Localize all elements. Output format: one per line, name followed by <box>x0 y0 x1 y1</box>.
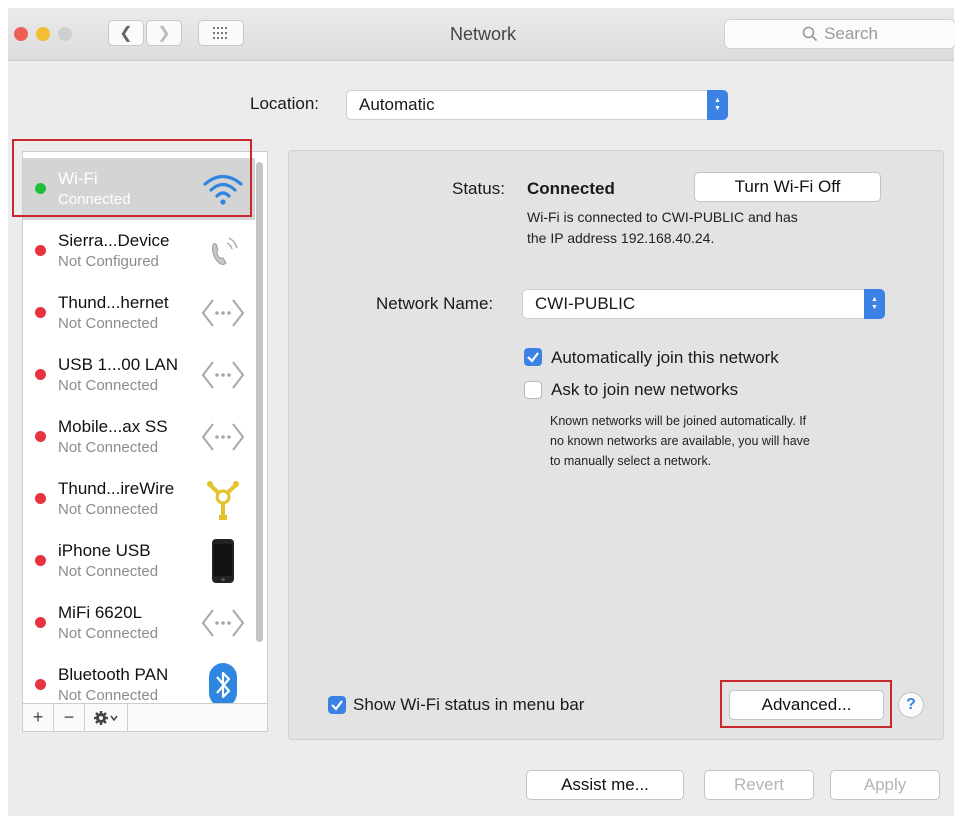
service-status: Not Connected <box>58 625 159 642</box>
list-item-iphone-usb[interactable]: iPhone USB Not Connected <box>23 530 255 592</box>
location-select[interactable]: Automatic ▲ ▼ <box>346 90 728 120</box>
service-name: Thund...ireWire <box>58 479 175 498</box>
status-description-line2: the IP address 192.168.40.24. <box>527 230 715 246</box>
service-status: Not Connected <box>58 687 159 704</box>
network-preferences-window: ❮ ❯ Network Search Location: Automatic ▲… <box>8 8 955 816</box>
auto-join-checkbox[interactable] <box>524 348 542 366</box>
turn-wifi-off-button[interactable]: Turn Wi-Fi Off <box>694 172 881 202</box>
checkmark-icon <box>527 352 539 363</box>
status-dot <box>35 431 46 442</box>
service-status: Not Connected <box>58 315 159 332</box>
ask-join-checkbox[interactable] <box>524 381 542 399</box>
zoom-button[interactable] <box>58 27 72 41</box>
service-name: Wi-Fi <box>58 169 98 188</box>
search-placeholder: Search <box>824 24 878 43</box>
firewire-icon <box>201 478 245 520</box>
service-name: Bluetooth PAN <box>58 665 169 684</box>
status-dot <box>35 307 46 318</box>
revert-button[interactable]: Revert <box>704 770 814 800</box>
show-status-checkbox[interactable] <box>328 696 346 714</box>
service-status: Not Configured <box>58 253 159 270</box>
service-status: Not Connected <box>58 377 159 394</box>
select-stepper-icon: ▲ ▼ <box>864 289 885 319</box>
add-service-button[interactable]: + <box>23 704 54 731</box>
list-item-mobile[interactable]: Mobile...ax SS Not Connected <box>23 406 255 468</box>
back-button[interactable]: ❮ <box>108 20 144 46</box>
list-item-thunderbolt-firewire[interactable]: Thund...ireWire Not Connected <box>23 468 255 530</box>
ethernet-icon <box>201 292 245 334</box>
list-item-thunderbolt-ethernet[interactable]: Thund...hernet Not Connected <box>23 282 255 344</box>
known-networks-line3: to manually select a network. <box>550 454 712 468</box>
iphone-icon <box>201 539 245 583</box>
ethernet-icon <box>201 416 245 458</box>
known-networks-line1: Known networks will be joined automatica… <box>550 414 807 428</box>
status-value: Connected <box>527 179 615 198</box>
status-label: Status: <box>452 179 505 198</box>
close-button[interactable] <box>14 27 28 41</box>
bluetooth-icon <box>201 663 245 703</box>
list-scrollbar[interactable] <box>256 162 263 642</box>
remove-service-button[interactable]: − <box>54 704 85 731</box>
service-status: Not Connected <box>58 563 159 580</box>
location-value: Automatic <box>359 95 435 114</box>
status-dot <box>35 493 46 504</box>
minimize-button[interactable] <box>36 27 50 41</box>
location-label: Location: <box>250 94 319 113</box>
service-name: USB 1...00 LAN <box>58 355 179 374</box>
ask-join-label[interactable]: Ask to join new networks <box>551 380 738 400</box>
status-dot <box>35 679 46 690</box>
network-name-select[interactable]: CWI-PUBLIC ▲ ▼ <box>522 289 885 319</box>
service-name: MiFi 6620L <box>58 603 143 622</box>
service-status: Not Connected <box>58 501 159 518</box>
status-dot <box>35 245 46 256</box>
select-stepper-icon: ▲ ▼ <box>707 90 728 120</box>
checkmark-icon <box>331 700 343 711</box>
status-dot <box>35 555 46 566</box>
show-status-label[interactable]: Show Wi-Fi status in menu bar <box>353 695 584 715</box>
titlebar: ❮ ❯ Network Search <box>8 8 955 61</box>
window-title: Network <box>449 24 516 44</box>
chevron-right-icon: ❯ <box>157 25 171 42</box>
ethernet-icon <box>201 354 245 396</box>
search-field[interactable]: Search <box>724 19 955 49</box>
grid-icon <box>213 27 227 39</box>
service-status: Connected <box>58 191 131 208</box>
gear-icon <box>94 710 118 725</box>
service-name: Thund...hernet <box>58 293 169 312</box>
list-item-sierra[interactable]: Sierra...Device Not Configured <box>23 220 255 282</box>
action-menu-button[interactable] <box>85 704 128 731</box>
assist-me-button[interactable]: Assist me... <box>526 770 684 800</box>
network-name-label: Network Name: <box>376 294 494 313</box>
apply-button[interactable]: Apply <box>830 770 940 800</box>
show-all-button[interactable] <box>198 20 244 46</box>
wifi-icon <box>201 168 245 210</box>
service-list[interactable]: Wi-Fi Connected Sierra...Device Not Conf… <box>22 151 268 704</box>
network-name-value: CWI-PUBLIC <box>535 294 636 313</box>
status-dot <box>35 617 46 628</box>
ethernet-icon <box>201 602 245 644</box>
service-status: Not Connected <box>58 439 159 456</box>
service-name: Sierra...Device <box>58 231 170 250</box>
phone-modem-icon <box>201 230 245 272</box>
help-button[interactable]: ? <box>898 692 924 718</box>
advanced-button[interactable]: Advanced... <box>729 690 884 720</box>
chevron-left-icon: ❮ <box>119 25 133 42</box>
known-networks-line2: no known networks are available, you wil… <box>550 434 810 448</box>
service-name: Mobile...ax SS <box>58 417 168 436</box>
list-item-usb-lan[interactable]: USB 1...00 LAN Not Connected <box>23 344 255 406</box>
auto-join-label[interactable]: Automatically join this network <box>551 348 779 368</box>
list-item-bluetooth-pan[interactable]: Bluetooth PAN Not Connected <box>23 654 255 704</box>
list-item-mifi[interactable]: MiFi 6620L Not Connected <box>23 592 255 654</box>
list-toolbar: + − <box>22 704 268 732</box>
status-dot <box>35 369 46 380</box>
service-name: iPhone USB <box>58 541 151 560</box>
forward-button[interactable]: ❯ <box>146 20 182 46</box>
search-icon <box>802 26 818 42</box>
status-description-line1: Wi-Fi is connected to CWI-PUBLIC and has <box>527 209 798 225</box>
list-item-wifi[interactable]: Wi-Fi Connected <box>23 158 255 220</box>
status-dot <box>35 183 46 194</box>
